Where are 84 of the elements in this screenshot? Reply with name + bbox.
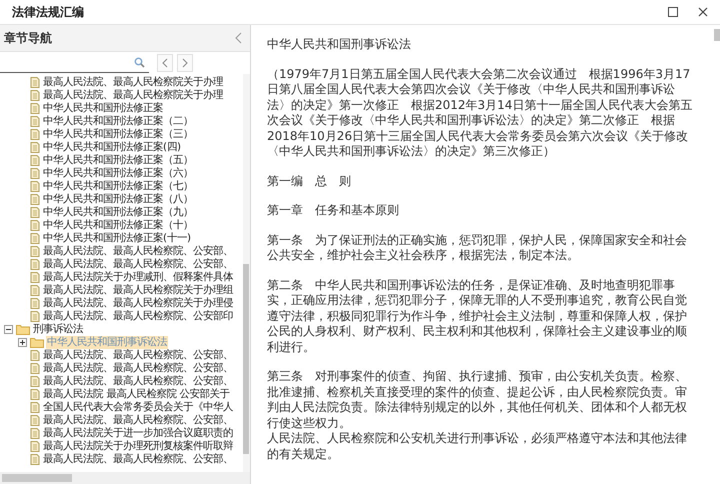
document-icon <box>30 116 40 127</box>
document-icon <box>30 129 40 140</box>
tree-item[interactable]: 最高人民法院 最高人民检察院 公安部关于 <box>42 388 231 401</box>
folder-icon <box>16 324 30 335</box>
document-icon <box>30 272 40 283</box>
paragraph: 第二条 中华人民共和国刑事诉讼法的任务，是保证准确、及时地查明犯罪事实，正确应用法律，惩罚犯罪分子，保障无罪的人不受刑事追究，教育公民自觉遵守法律，积极同犯罪行为作斗争，维护社会主义法制，尊重和保障人权，保护公民的人身权利、财产权利、民主权利和其他权利，保障社会主义建设事业的顺利进行。 <box>267 278 688 355</box>
window-title: 法律法规汇编 <box>12 4 85 20</box>
document-icon <box>30 155 40 166</box>
tree-item[interactable]: 刑事诉讼法 <box>32 323 84 336</box>
tree-item[interactable]: 中华人民共和国刑法修正案（八） <box>42 193 194 206</box>
document-icon <box>30 220 40 231</box>
square-icon <box>668 7 678 17</box>
document-icon <box>30 168 40 179</box>
collapse-icon[interactable] <box>235 32 242 44</box>
tree-item[interactable]: 中华人民共和国刑法修正案（十） <box>42 219 194 232</box>
tree-item[interactable]: 最高人民法院、最高人民检察院关于办理 <box>42 89 224 102</box>
tree-item[interactable]: 中华人民共和国刑法修正案(十一) <box>42 232 192 245</box>
document-icon <box>30 454 40 465</box>
tree-item[interactable]: 中华人民共和国刑法修正案（二） <box>42 115 194 128</box>
document-icon <box>30 285 40 296</box>
tree-item[interactable]: 最高人民法院、最高人民检察院、公安部印 <box>42 310 234 323</box>
tree-item[interactable]: 最高人民法院关于办理减刑、假释案件具体 <box>42 271 234 284</box>
document-icon <box>30 428 40 439</box>
minus-icon <box>5 326 12 333</box>
scrollbar-thumb[interactable] <box>2 474 72 482</box>
document-icon <box>30 259 40 270</box>
paragraph: 第一编 总 则 <box>267 174 352 189</box>
chevron-left-icon <box>162 58 168 68</box>
tree-item[interactable]: 最高人民法院关于办理死刑复核案件听取辩 <box>42 440 234 453</box>
document-icon <box>30 90 40 101</box>
paragraph: 第三条 对刑事案件的侦查、拘留、执行逮捕、预审，由公安机关负责。检察、批准逮捕、检察机关直接受理的案件的侦查、提起公诉，由人民检察院负责。审判由人民法院负责。除法律特别规定的以外，其他任何机关、团体和个人都无权行使这些权力。 <box>267 369 688 431</box>
document-icon <box>30 311 40 322</box>
tree-item[interactable]: 最高人民法院、最高人民检察院、公安部、 <box>42 349 234 362</box>
scrollbar-thumb[interactable] <box>243 264 249 454</box>
tree-item[interactable]: 最高人民法院、最高人民检察院关于办理组 <box>42 284 234 297</box>
document-icon <box>30 194 40 205</box>
tree-item[interactable]: 中华人民共和国刑法修正案（三） <box>42 128 194 141</box>
paragraph: 第一条 为了保证刑法的正确实施，惩罚犯罪，保护人民，保障国家安全和社会公共安全，维护社会主义社会秩序，根据宪法，制定本法。 <box>267 232 688 264</box>
document-icon <box>30 207 40 218</box>
tree-item[interactable]: 最高人民法院关于进一步加强合议庭职责的 <box>42 427 234 440</box>
document-icon <box>30 142 40 153</box>
document-icon <box>30 441 40 452</box>
document-icon <box>30 376 40 387</box>
panel-title: 章节导航 <box>4 30 53 46</box>
tree-item[interactable]: 中华人民共和国刑法修正案（七） <box>42 180 194 193</box>
tree-item[interactable]: 最高人民法院、最高人民检察院、公安部、 <box>42 258 234 271</box>
tree-item[interactable]: 最高人民法院、最高人民检察院、公安部、 <box>42 414 234 427</box>
plus-icon <box>19 339 26 346</box>
paragraph: 中华人民共和国刑事诉讼法 <box>267 37 412 52</box>
tree-item[interactable]: 最高人民法院、最高人民检察院、公安部、 <box>42 453 234 466</box>
paragraph: 第一章 任务和基本原则 <box>267 203 400 218</box>
expand-toggle[interactable] <box>18 338 27 347</box>
tree-item[interactable]: 最高人民法院、最高人民检察院、公安部、 <box>42 362 234 375</box>
document-icon <box>30 103 40 114</box>
document-icon <box>30 298 40 309</box>
document-icon <box>30 402 40 413</box>
previous-button[interactable] <box>157 54 173 72</box>
close-icon <box>698 7 708 17</box>
document-icon <box>30 389 40 400</box>
document-icon <box>30 363 40 374</box>
document-icon <box>30 246 40 257</box>
document-icon <box>30 350 40 361</box>
next-button[interactable] <box>177 54 193 72</box>
tree-item[interactable]: 最高人民法院、最高人民检察院、公安部、 <box>42 245 234 258</box>
search-icon <box>134 57 145 68</box>
tree-item[interactable]: 全国人民代表大会常务委员会关于《中华人 <box>42 401 234 414</box>
expand-toggle[interactable] <box>4 325 13 334</box>
paragraph: 人民法院、人民检察院和公安机关进行刑事诉讼，必须严格遵守本法和其他法律的有关规定。 <box>267 431 688 462</box>
document-icon <box>30 77 40 88</box>
tree-item[interactable]: 中华人民共和国刑法修正案（九） <box>42 206 194 219</box>
tree-item[interactable]: 中华人民共和国刑法修正案(四) <box>42 141 182 154</box>
document-icon <box>30 415 40 426</box>
document-icon <box>30 233 40 244</box>
tree-item[interactable]: 中华人民共和国刑法修正案 <box>42 102 164 115</box>
tree-item[interactable]: 中华人民共和国刑法修正案（五） <box>42 154 194 167</box>
document-icon <box>30 181 40 192</box>
folder-icon <box>30 337 44 348</box>
tree-item[interactable]: 最高人民法院、最高人民检察院关于办理 <box>42 76 224 89</box>
tree-item[interactable]: 最高人民法院、最高人民检察院、公安部、 <box>42 375 234 388</box>
paragraph: （1979年7月1日第五届全国人民代表大会第二次会议通过 根据1996年3月17日第八届全国人民代表大会第四次会议《关于修改〈中华人民共和国刑事诉讼法〉的决定》第一次修正 根据2012年3月14日第十一届全国人民代表大会第五次会议《关于修改〈中华人民共和国刑事诉讼法〉的决定》第二次修正 根据2018年10月26日第十三届全国人民代表大会常务委员会第六次会议《关于修改〈中华人民共和国刑事诉讼法〉的决定》第三次修正） <box>267 66 694 160</box>
tree-item[interactable]: 最高人民法院、最高人民检察院关于办理侵 <box>42 297 234 310</box>
chevron-right-icon <box>182 58 188 68</box>
scrollbar-thumb[interactable] <box>714 29 720 41</box>
tree-item[interactable]: 中华人民共和国刑法修正案（六） <box>42 167 194 180</box>
